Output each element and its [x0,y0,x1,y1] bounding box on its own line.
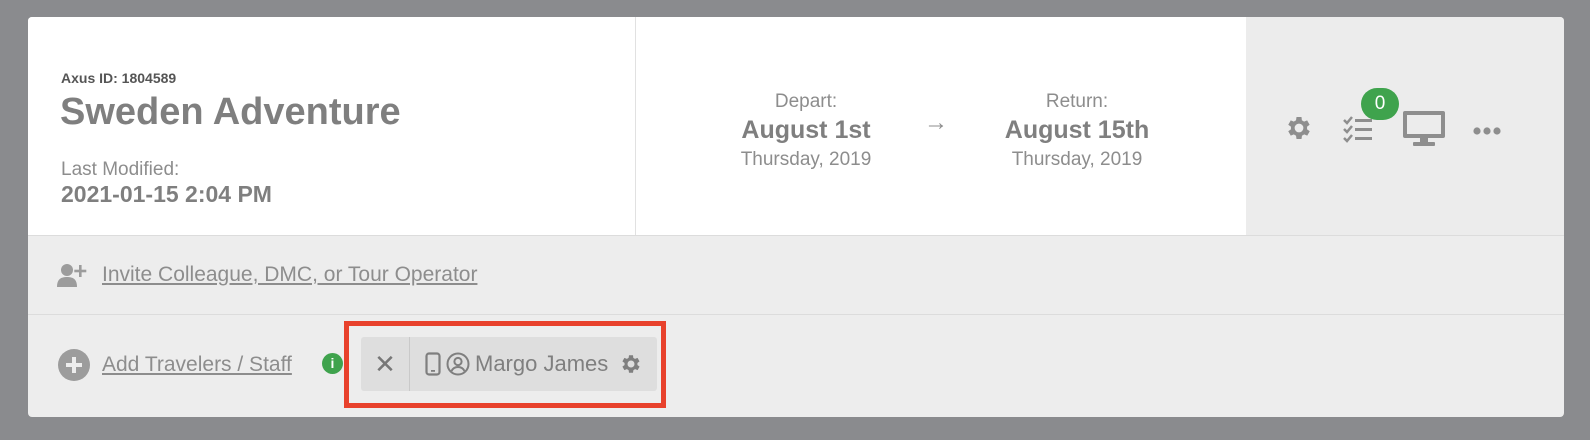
trip-info-panel: Axus ID: 1804589 Sweden Adventure Last M… [28,17,636,235]
traveler-name: Margo James [475,351,609,376]
trip-actions-panel: 0 [1246,17,1564,235]
axus-id: Axus ID: 1804589 [61,70,177,86]
invite-row: Invite Colleague, DMC, or Tour Operator [28,235,1564,315]
depart-weekday-year: Thursday, 2019 [740,149,872,170]
trip-card: Axus ID: 1804589 Sweden Adventure Last M… [28,17,1564,417]
info-icon[interactable]: i [322,353,343,374]
more-icon[interactable] [1473,123,1501,141]
trip-header: Axus ID: 1804589 Sweden Adventure Last M… [28,17,1564,235]
traveler-chip: ✕ Margo James [361,337,657,391]
add-user-icon [57,263,87,292]
traveler-chip-body[interactable]: Margo James [410,337,657,391]
last-modified-label: Last Modified: [61,159,180,180]
mobile-phone-icon [425,352,441,381]
invite-colleague-link[interactable]: Invite Colleague, DMC, or Tour Operator [102,263,477,287]
return-weekday-year: Thursday, 2019 [1011,149,1143,170]
return-date: August 15th [1004,116,1150,144]
traveler-settings-gear-icon[interactable] [619,352,643,381]
arrow-right-icon: → [924,109,948,136]
depart-date: August 1st [741,116,871,144]
trip-title: Sweden Adventure [60,91,401,133]
trip-dates-panel: Depart: August 1st Thursday, 2019 → Retu… [636,17,1246,235]
user-circle-icon [446,352,470,381]
return-label: Return: [1045,91,1109,112]
add-travelers-link[interactable]: Add Travelers / Staff [102,353,292,377]
last-modified-value: 2021-01-15 2:04 PM [61,181,272,207]
travelers-row: Add Travelers / Staff i ✕ Margo James [28,315,1564,417]
depart-label: Depart: [774,91,838,112]
add-circle-icon[interactable] [58,349,90,381]
return-block: Return: August 15th Thursday, 2019 [987,91,1167,171]
gear-icon[interactable] [1284,113,1314,148]
remove-traveler-button[interactable]: ✕ [361,337,410,391]
monitor-icon[interactable] [1402,110,1446,153]
checklist-icon[interactable] [1342,115,1374,148]
depart-block: Depart: August 1st Thursday, 2019 [716,91,896,171]
checklist-count-badge: 0 [1361,88,1399,120]
